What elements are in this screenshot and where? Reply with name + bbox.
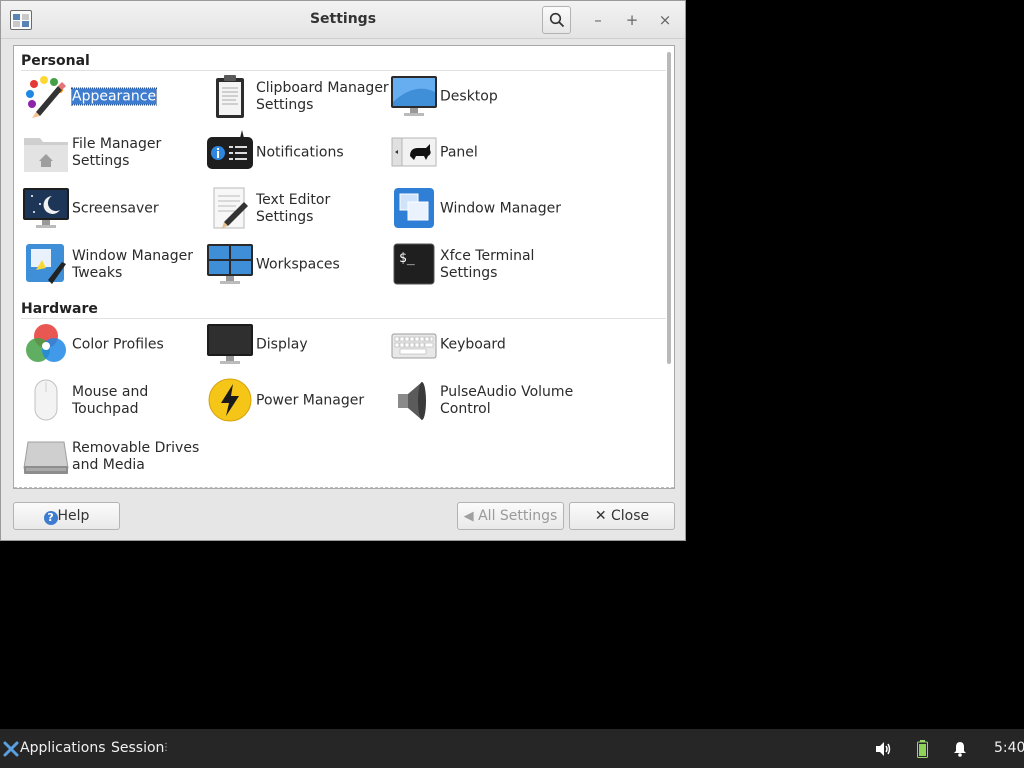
desktop-label: Desktop bbox=[440, 88, 498, 105]
settings-item-display[interactable]: Display bbox=[206, 320, 386, 370]
settings-item-screensaver[interactable]: Screensaver bbox=[22, 184, 202, 234]
text-editor-icon bbox=[213, 187, 248, 229]
section-divider bbox=[21, 318, 666, 319]
settings-item-xfce-terminal[interactable]: $_ Xfce Terminal Settings bbox=[390, 240, 570, 290]
mouse-label-line2: Touchpad bbox=[72, 401, 139, 417]
keyboard-label: Keyboard bbox=[440, 336, 506, 353]
settings-window: Settings – + × Personal Appearance Clipb… bbox=[0, 0, 686, 541]
all-settings-button-label: All Settings bbox=[478, 508, 558, 524]
speaker-icon bbox=[398, 382, 426, 420]
settings-item-mouse-touchpad[interactable]: Mouse and Touchpad bbox=[22, 376, 202, 426]
settings-item-color-profiles[interactable]: Color Profiles bbox=[22, 320, 202, 370]
session-menu[interactable]: Session bbox=[111, 740, 164, 756]
text-editor-label: Text Editor Settings bbox=[256, 192, 331, 225]
screensaver-icon bbox=[23, 188, 69, 228]
help-icon: ? bbox=[43, 511, 58, 525]
help-button[interactable]: ? Help bbox=[13, 502, 120, 530]
wm-tweaks-label-line2: Tweaks bbox=[72, 265, 123, 281]
close-window-button[interactable]: × bbox=[655, 10, 675, 30]
title-bar[interactable]: Settings – + × bbox=[1, 1, 685, 39]
settings-item-workspaces[interactable]: Workspaces bbox=[206, 240, 386, 290]
clipboard-label-line2: Settings bbox=[256, 97, 314, 113]
panel-label: Panel bbox=[440, 144, 478, 161]
file-manager-label-line1: File Manager bbox=[72, 136, 162, 152]
close-button-label: Close bbox=[611, 508, 650, 524]
session-menu-handle-icon: ⋮ bbox=[161, 742, 171, 753]
taskbar: Applications Session ⋮ 5:40 bbox=[0, 729, 1024, 768]
window-manager-label: Window Manager bbox=[440, 200, 562, 217]
mouse-label-line1: Mouse and bbox=[72, 384, 149, 400]
desktop-icon bbox=[391, 76, 437, 116]
clipboard-label-line1: Clipboard Manager bbox=[256, 80, 389, 96]
pulseaudio-label-line1: PulseAudio Volume bbox=[440, 384, 574, 400]
window-manager-tweaks-icon bbox=[26, 244, 66, 284]
appearance-icon bbox=[26, 76, 66, 118]
section-title-hardware: Hardware bbox=[21, 301, 98, 317]
settings-list[interactable]: Personal Appearance Clipboard Manager Set… bbox=[13, 45, 675, 489]
settings-item-pulseaudio[interactable]: PulseAudio Volume Control bbox=[390, 376, 574, 426]
close-button[interactable]: ✕ Close bbox=[569, 502, 675, 530]
settings-item-keyboard[interactable]: Keyboard bbox=[390, 320, 570, 370]
removable-label-line1: Removable Drives bbox=[72, 440, 200, 456]
removable-drive-icon bbox=[23, 441, 69, 474]
settings-item-appearance[interactable]: Appearance bbox=[22, 72, 202, 122]
svg-text:$_: $_ bbox=[399, 251, 415, 266]
battery-icon[interactable] bbox=[917, 740, 928, 758]
search-icon bbox=[549, 12, 565, 28]
settings-item-desktop[interactable]: Desktop bbox=[390, 72, 570, 122]
file-manager-label-line2: Settings bbox=[72, 153, 130, 169]
minimize-button[interactable]: – bbox=[588, 10, 608, 30]
settings-item-power-manager[interactable]: Power Manager bbox=[206, 376, 386, 426]
color-profiles-label: Color Profiles bbox=[72, 336, 164, 353]
notifications-icon bbox=[207, 130, 253, 169]
settings-item-wm-tweaks[interactable]: Window Manager Tweaks bbox=[22, 240, 202, 290]
panel-icon bbox=[391, 137, 437, 167]
settings-item-removable-drives[interactable]: Removable Drives and Media bbox=[22, 432, 202, 482]
xfce-logo-icon[interactable] bbox=[3, 741, 19, 757]
display-label: Display bbox=[256, 336, 308, 353]
terminal-icon: $_ bbox=[393, 243, 435, 285]
applications-menu[interactable]: Applications bbox=[20, 740, 106, 756]
appearance-label: Appearance bbox=[70, 87, 158, 106]
screensaver-label: Screensaver bbox=[72, 200, 159, 217]
settings-item-clipboard-manager[interactable]: Clipboard Manager Settings bbox=[206, 72, 389, 122]
workspaces-icon bbox=[207, 244, 253, 284]
workspaces-label: Workspaces bbox=[256, 256, 340, 273]
back-arrow-icon: ◀ bbox=[463, 509, 474, 524]
display-icon bbox=[207, 324, 253, 364]
wm-tweaks-label-line1: Window Manager bbox=[72, 248, 194, 264]
all-settings-button[interactable]: ◀ All Settings bbox=[457, 502, 564, 530]
volume-icon[interactable] bbox=[875, 741, 893, 757]
search-button[interactable] bbox=[542, 6, 571, 34]
terminal-label-line1: Xfce Terminal bbox=[440, 248, 535, 264]
power-manager-icon bbox=[208, 378, 252, 422]
mouse-icon bbox=[34, 379, 58, 421]
window-manager-icon bbox=[394, 188, 434, 228]
close-icon: ✕ bbox=[594, 508, 607, 524]
settings-item-file-manager[interactable]: File Manager Settings bbox=[22, 128, 202, 178]
power-manager-label: Power Manager bbox=[256, 392, 365, 409]
pulseaudio-label-line2: Control bbox=[440, 401, 491, 417]
maximize-button[interactable]: + bbox=[622, 10, 642, 30]
window-title: Settings bbox=[309, 11, 377, 27]
help-button-label: Help bbox=[57, 508, 90, 524]
settings-item-notifications[interactable]: Notifications bbox=[206, 128, 386, 178]
section-title-personal: Personal bbox=[21, 53, 90, 69]
notifications-label: Notifications bbox=[256, 144, 344, 161]
clipboard-icon bbox=[216, 75, 244, 118]
folder-home-icon bbox=[24, 138, 68, 172]
settings-item-panel[interactable]: Panel bbox=[390, 128, 570, 178]
settings-item-window-manager[interactable]: Window Manager bbox=[390, 184, 570, 234]
removable-label-line2: and Media bbox=[72, 457, 145, 473]
list-bottom-edge bbox=[14, 487, 674, 488]
settings-item-text-editor[interactable]: Text Editor Settings bbox=[206, 184, 386, 234]
keyboard-icon bbox=[391, 333, 437, 359]
terminal-label-line2: Settings bbox=[440, 265, 498, 281]
color-profiles-icon bbox=[26, 324, 66, 362]
vertical-scrollbar[interactable] bbox=[667, 52, 671, 364]
clock[interactable]: 5:40 bbox=[994, 740, 1024, 756]
section-divider bbox=[21, 70, 666, 71]
notification-bell-icon[interactable] bbox=[953, 741, 967, 757]
